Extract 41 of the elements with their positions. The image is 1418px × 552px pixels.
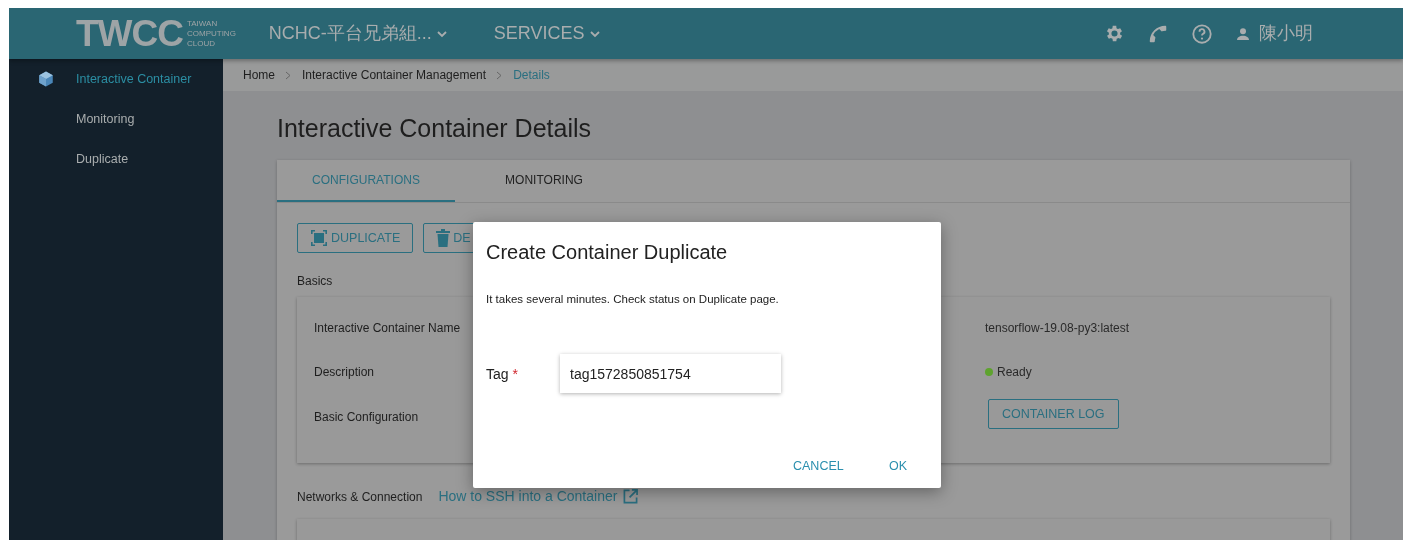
field-label: Interactive Container Name xyxy=(314,320,461,337)
logo-tagline: CLOUD xyxy=(186,38,216,49)
tab[interactable]: MONITORING xyxy=(455,160,633,202)
breadcrumb-link[interactable]: Home xyxy=(243,66,275,84)
help-link[interactable]: How to SSH into a Container xyxy=(438,486,639,507)
cube-icon xyxy=(37,70,55,88)
required-mark: * xyxy=(512,366,519,382)
section-heading: Basics xyxy=(297,274,334,288)
person-icon xyxy=(1235,25,1251,42)
logo-wordmark: TWCC xyxy=(76,15,183,52)
dialog-message: It takes several minutes. Check status on Duplicate page. xyxy=(486,292,779,307)
external-link-icon xyxy=(623,489,639,504)
ok-button[interactable]: OK xyxy=(889,457,908,476)
container-log-button[interactable]: CONTAINER LOG xyxy=(988,399,1119,429)
field-label: Tag * xyxy=(486,365,519,384)
breadcrumb-link[interactable]: Details xyxy=(513,66,550,84)
trash-icon xyxy=(436,229,451,247)
status-text: Ready xyxy=(997,364,1032,381)
cancel-button[interactable]: CANCEL xyxy=(793,457,844,476)
sidebar-item[interactable]: Duplicate xyxy=(9,139,223,179)
logo-tagline: COMPUTING xyxy=(186,28,236,39)
tab[interactable]: CONFIGURATIONS xyxy=(277,160,455,202)
sidebar-item[interactable]: Interactive Container xyxy=(9,59,223,99)
help-icon[interactable] xyxy=(1191,22,1213,45)
breadcrumb-link[interactable]: Interactive Container Management xyxy=(302,66,487,84)
field-label: Basic Configuration xyxy=(314,409,419,426)
field-label: Description xyxy=(314,364,375,381)
section-heading: Networks & Connection xyxy=(297,488,423,506)
field-value: tensorflow-19.08-py3:latest xyxy=(985,320,1130,337)
chevron-right-icon xyxy=(496,70,504,80)
services-menu[interactable]: SERVICES xyxy=(493,20,601,47)
sidebar-item[interactable]: Monitoring xyxy=(9,99,223,139)
project-menu[interactable]: NCHC-平台兄弟組... xyxy=(268,20,448,47)
tag-input-field[interactable]: tag1572850851754 xyxy=(560,354,781,393)
logo-tagline: TAIWAN xyxy=(186,18,219,29)
chevron-right-icon xyxy=(285,70,292,80)
user-menu[interactable]: 陳小明 xyxy=(1235,20,1313,47)
settings-icon[interactable] xyxy=(1104,23,1125,44)
duplicate-icon xyxy=(310,229,328,247)
page-title: Interactive Container Details xyxy=(277,113,593,143)
duplicate-button[interactable]: DUPLICATE xyxy=(297,223,414,253)
